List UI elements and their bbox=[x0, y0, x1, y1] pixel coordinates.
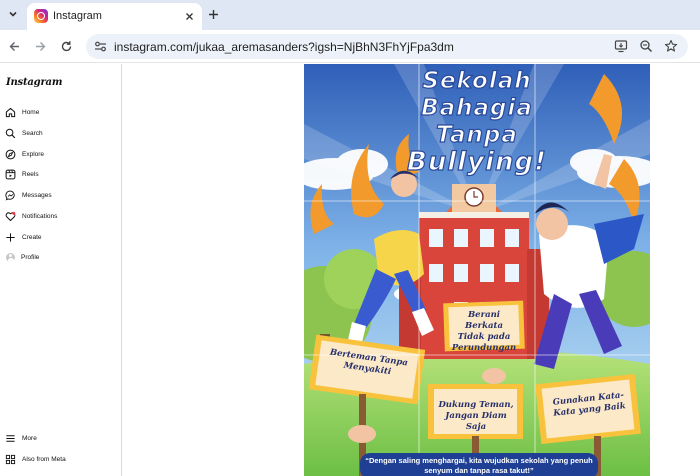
sidebar-item-create[interactable]: Create bbox=[5, 229, 115, 245]
sidebar-item-profile[interactable]: Profile bbox=[5, 249, 115, 265]
sidebar-item-reels[interactable]: Reels bbox=[5, 166, 115, 182]
zoom-icon bbox=[640, 40, 653, 53]
sidebar-item-notifications[interactable]: Notifications bbox=[5, 208, 115, 224]
tab-search-button[interactable] bbox=[4, 5, 22, 23]
plus-icon bbox=[6, 232, 15, 242]
sidebar-item-more[interactable]: More bbox=[5, 430, 115, 446]
hamburger-icon bbox=[6, 434, 15, 442]
browser-toolbar: instagram.com/jukaa_aremasanders?igsh=Nj… bbox=[0, 30, 700, 63]
meta-icon bbox=[5, 454, 16, 464]
sidebar-item-label: More bbox=[22, 434, 37, 442]
sidebar-item-label: Home bbox=[22, 108, 40, 116]
poster-title-line-1: Sekolah bbox=[422, 67, 532, 94]
sign-text-dukung: Dukung Teman, Jangan Diam Saja bbox=[438, 400, 514, 432]
bookmark-star-button[interactable] bbox=[663, 38, 679, 54]
sidebar-item-label: Messages bbox=[22, 191, 52, 199]
browser-tab-instagram[interactable]: Instagram bbox=[27, 3, 202, 30]
arrow-left-icon bbox=[9, 41, 19, 51]
sidebar-item-search[interactable]: Search bbox=[5, 125, 115, 141]
zoom-button[interactable] bbox=[638, 38, 654, 54]
tab-close-button[interactable] bbox=[181, 8, 197, 24]
new-tab-button[interactable] bbox=[204, 5, 222, 23]
poster-caption: “Dengan saling menghargai, kita wujudkan… bbox=[360, 453, 598, 476]
address-bar[interactable]: instagram.com/jukaa_aremasanders?igsh=Nj… bbox=[86, 34, 688, 59]
browser-tab-bar: Instagram bbox=[0, 0, 700, 30]
sidebar-item-explore[interactable]: Explore bbox=[5, 146, 115, 162]
profile-icon bbox=[6, 252, 15, 262]
heart-icon bbox=[5, 211, 16, 221]
close-icon bbox=[185, 12, 193, 20]
site-settings-icon[interactable] bbox=[93, 39, 108, 54]
search-icon bbox=[5, 128, 16, 138]
sidebar-item-label: Notifications bbox=[22, 212, 58, 220]
instagram-favicon-icon bbox=[34, 9, 48, 23]
compass-icon bbox=[5, 149, 16, 159]
url-text[interactable]: instagram.com/jukaa_aremasanders?igsh=Nj… bbox=[114, 40, 454, 54]
sidebar-item-label: Search bbox=[22, 129, 43, 137]
home-icon bbox=[5, 107, 16, 117]
poster-title-line-3: Tanpa bbox=[435, 121, 518, 148]
post-image[interactable]: Sekolah Bahagia Tanpa Bullying! Berani B… bbox=[304, 64, 650, 476]
poster-title-line-2: Bahagia bbox=[420, 94, 533, 121]
url-path: /jukaa_aremasanders?igsh=NjBhN3FhYjFpa3d… bbox=[192, 40, 454, 54]
plus-icon bbox=[208, 9, 218, 19]
star-icon bbox=[664, 39, 678, 52]
messenger-icon bbox=[5, 190, 15, 201]
install-app-button[interactable] bbox=[613, 38, 629, 54]
sidebar-item-messages[interactable]: Messages bbox=[5, 187, 115, 203]
arrow-right-icon bbox=[35, 41, 45, 51]
back-button[interactable] bbox=[5, 37, 23, 55]
sign-text-berani: Berani Berkata Tidak pada Perundungan bbox=[451, 310, 517, 353]
install-app-icon bbox=[614, 40, 628, 53]
forward-button[interactable] bbox=[31, 37, 49, 55]
sidebar-item-label: Create bbox=[22, 233, 42, 241]
chevron-down-icon bbox=[9, 11, 17, 17]
sidebar-item-label: Profile bbox=[21, 253, 40, 261]
reload-button[interactable] bbox=[57, 37, 75, 55]
sidebar-item-label: Reels bbox=[22, 170, 39, 178]
poster-title-line-4: Bullying! bbox=[406, 146, 547, 177]
reels-icon bbox=[5, 169, 16, 179]
instagram-sidebar: Instagram Home Search Explore Reels Mess… bbox=[0, 64, 122, 476]
sidebar-item-home[interactable]: Home bbox=[5, 104, 115, 120]
url-host: instagram.com bbox=[114, 40, 193, 54]
instagram-logo[interactable]: Instagram bbox=[6, 77, 62, 88]
reload-icon bbox=[61, 40, 71, 51]
sidebar-item-label: Explore bbox=[22, 150, 45, 158]
tab-title: Instagram bbox=[53, 10, 102, 22]
sidebar-item-also-from-meta[interactable]: Also from Meta bbox=[5, 451, 115, 467]
sidebar-item-label: Also from Meta bbox=[22, 455, 66, 463]
